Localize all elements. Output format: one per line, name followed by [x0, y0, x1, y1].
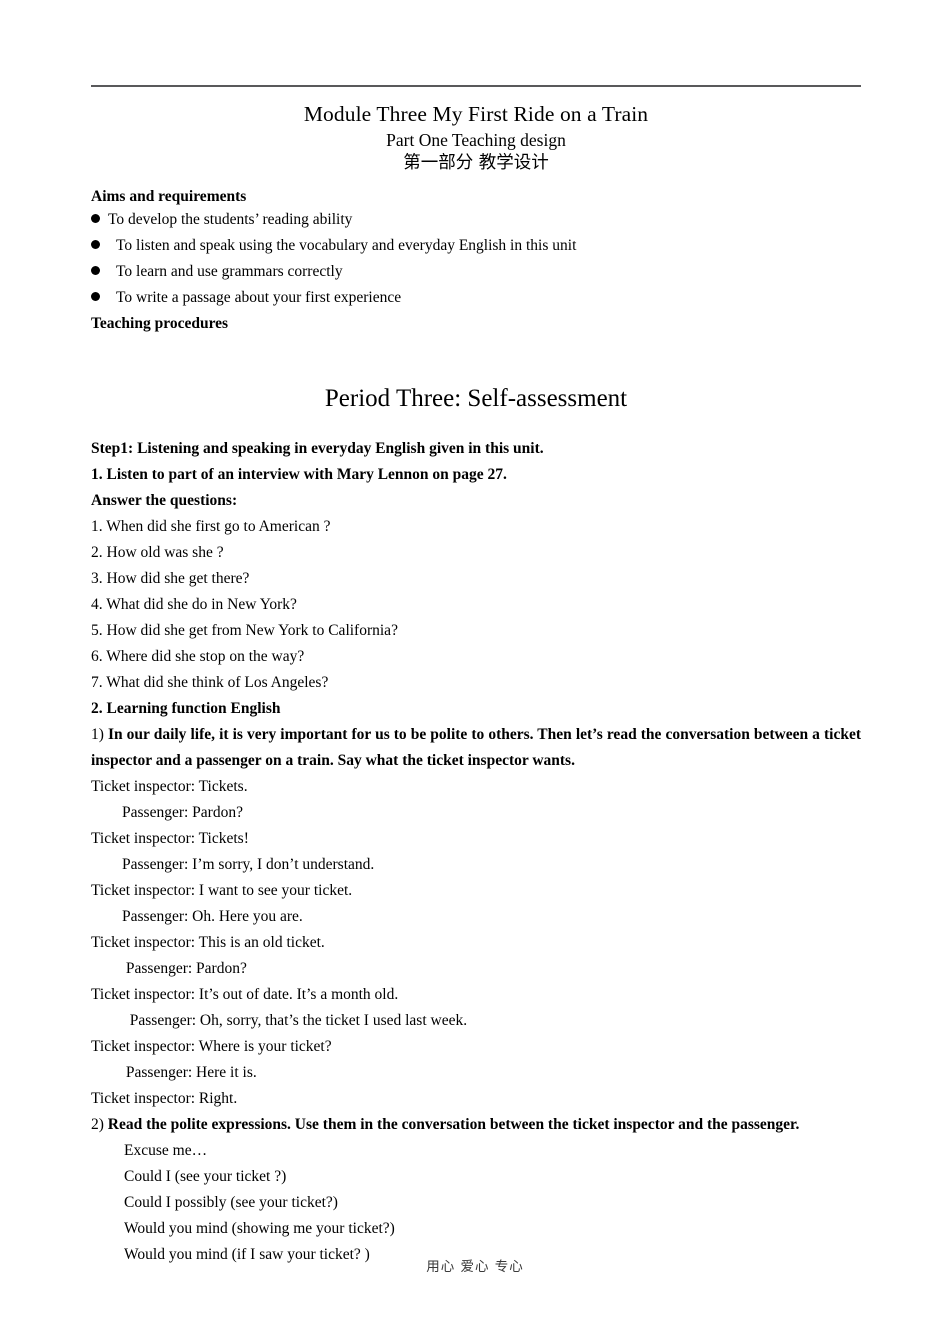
list-item: To write a passage about your first expe…: [91, 285, 861, 311]
list-item: To learn and use grammars correctly: [91, 259, 861, 285]
page-subtitle-cn: 第一部分 教学设计: [403, 153, 549, 173]
bullet-dot-icon: [91, 214, 100, 223]
dialogue-line: Passenger: Here it is.: [91, 1064, 257, 1081]
section2-item1-number: 1): [91, 726, 108, 743]
title-block: Module Three My First Ride on a Train Pa…: [91, 101, 861, 175]
expression-item: Could I possibly (see your ticket?): [124, 1194, 338, 1211]
page-title: Module Three My First Ride on a Train: [303, 102, 649, 126]
expression-item: Could I (see your ticket ?): [124, 1168, 287, 1185]
dialogue-line: Passenger: Oh. Here you are.: [91, 908, 303, 925]
bullet-dot-icon: [91, 292, 100, 301]
question-item: 2. How old was she ?: [91, 544, 224, 561]
step1-task1: 1. Listen to part of an interview with M…: [91, 466, 507, 483]
section2-heading: 2. Learning function English: [91, 700, 281, 717]
aims-item-label: To write a passage about your first expe…: [116, 289, 402, 306]
section2-item2-number: 2): [91, 1116, 108, 1133]
bullet-dot-icon: [91, 266, 100, 275]
dialogue-line: Ticket inspector: This is an old ticket.: [91, 934, 325, 951]
answer-questions-heading: Answer the questions:: [91, 492, 238, 509]
section2-item2: 2) Read the polite expressions. Use them…: [91, 1112, 861, 1138]
step1-heading: Step1: Listening and speaking in everyda…: [91, 440, 544, 457]
list-item: To develop the students’ reading ability: [91, 207, 861, 233]
aims-heading: Aims and requirements: [91, 188, 247, 205]
expression-item: Would you mind (showing me your ticket?): [124, 1220, 395, 1237]
aims-item-label: To develop the students’ reading ability: [108, 211, 353, 228]
dialogue-line: Ticket inspector: I want to see your tic…: [91, 882, 353, 899]
section2-item1-text: In our daily life, it is very important …: [91, 726, 861, 769]
section2-item1: 1) In our daily life, it is very importa…: [91, 722, 861, 774]
dialogue-line: Passenger: Oh, sorry, that’s the ticket …: [91, 1012, 468, 1029]
bullet-dot-icon: [91, 240, 100, 249]
dialogue-line: Passenger: I’m sorry, I don’t understand…: [91, 856, 375, 873]
dialogue-line: Ticket inspector: Right.: [91, 1090, 238, 1107]
list-item: To listen and speak using the vocabulary…: [91, 233, 861, 259]
question-item: 3. How did she get there?: [91, 570, 250, 587]
aims-list: To develop the students’ reading ability…: [91, 207, 861, 311]
aims-item-label: To learn and use grammars correctly: [116, 263, 343, 280]
question-item: 6. Where did she stop on the way?: [91, 648, 305, 665]
question-item: 1. When did she first go to American ?: [91, 518, 331, 535]
document-body: Module Three My First Ride on a Train Pa…: [91, 0, 861, 1268]
page-footer: 用心 爱心 专心: [426, 1259, 524, 1275]
document-page: Module Three My First Ride on a Train Pa…: [0, 0, 950, 1344]
dialogue-line: Ticket inspector: Tickets!: [91, 830, 249, 847]
aims-item-label: To listen and speak using the vocabulary…: [116, 237, 577, 254]
question-item: 7. What did she think of Los Angeles?: [91, 674, 329, 691]
period-heading: Period Three: Self-assessment: [324, 385, 628, 412]
question-item: 4. What did she do in New York?: [91, 596, 297, 613]
dialogue-line: Ticket inspector: It’s out of date. It’s…: [91, 986, 399, 1003]
page-subtitle-en: Part One Teaching design: [386, 130, 566, 150]
teaching-procedures-heading: Teaching procedures: [91, 315, 229, 332]
dialogue-line: Passenger: Pardon?: [91, 960, 247, 977]
expression-item: Excuse me…: [124, 1142, 208, 1159]
question-item: 5. How did she get from New York to Cali…: [91, 622, 398, 639]
dialogue-line: Passenger: Pardon?: [91, 804, 243, 821]
header-rule: [91, 85, 861, 87]
dialogue-line: Ticket inspector: Tickets.: [91, 778, 248, 795]
section2-item2-text: Read the polite expressions. Use them in…: [107, 1116, 800, 1133]
dialogue-line: Ticket inspector: Where is your ticket?: [91, 1038, 332, 1055]
